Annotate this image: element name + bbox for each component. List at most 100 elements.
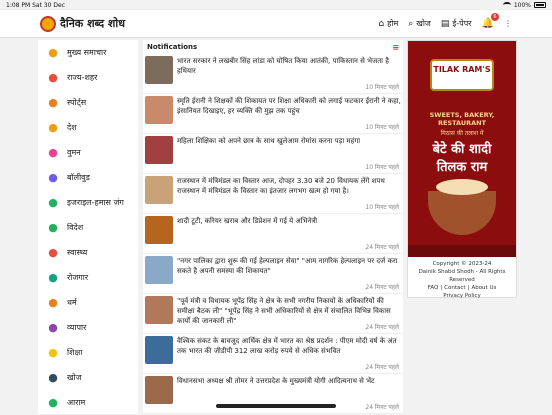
sidebar-item[interactable]: ● वुमन [38,140,138,165]
notification-item[interactable]: विधानसभा अध्यक्ष श्री तोमर ने उत्तरप्रदे… [143,374,403,414]
sidebar-item[interactable]: ● बॉलीवुड [38,165,138,190]
health-icon: ● [48,246,58,259]
news-thumbnail [145,376,173,404]
about-link[interactable]: About Us [471,284,496,292]
sidebar-item-label: विदेश [67,223,84,232]
rights-text: Dainik Shabd Shodh - All Rights Reserved [418,269,506,283]
building-icon: ● [48,121,58,134]
sidebar-item[interactable]: ● इजराइल-हमास जंग [38,190,138,215]
notification-item[interactable]: "पूर्व मंत्री व विधायक भूपेंद्र सिंह ने … [143,294,403,334]
nav-epaper[interactable]: ▤ ई-पेपर [441,18,472,29]
sidebar-item[interactable]: ● स्पोर्ट्स [38,90,138,115]
job-icon: ● [48,271,58,284]
ad-footer-strip [408,245,516,257]
sidebar-item[interactable]: ● धर्म [38,290,138,315]
more-vertical-icon: ⋮ [504,19,512,28]
sidebar-item[interactable]: ● व्यापार [38,315,138,340]
search-icon: ⌕ [408,18,414,29]
site-footer: Copyright © 2023-24 Dainik Shabd Shodh -… [408,257,516,300]
faq-link[interactable]: FAQ [428,284,439,292]
news-thumbnail [145,296,173,324]
notification-item[interactable]: राजस्थान में मंत्रिमंडल का विस्तार आज, द… [143,174,403,214]
news-time: 24 मिनट पहले [365,244,399,251]
notifications-title: Notifications [147,43,198,51]
contact-link[interactable]: Contact [444,284,465,292]
sidebar-item-label: स्पोर्ट्स [67,98,87,107]
notifications-list: भारत सरकार ने लखबीर सिंह लांडा को घोषित … [143,54,403,414]
search-icon: ● [48,371,58,384]
flame-icon: ● [48,46,58,59]
news-time: 10 मिनट पहले [365,164,399,171]
brand-logo[interactable] [40,15,56,32]
ad-tagline: SWEETS, BAKERY, RESTAURANT [429,111,495,127]
epaper-icon: ▤ [440,18,450,29]
business-icon: ● [48,321,58,334]
sidebar-item[interactable]: ● स्वास्थ्य [38,240,138,265]
globe-icon: ● [48,221,58,234]
sidebar-item[interactable]: ● शिक्षा [38,340,138,365]
notification-item[interactable]: शादी टूटी, करियर खराब और डिप्रेशन में गई… [143,214,403,254]
sidebar-item[interactable]: ● रोजगार [38,265,138,290]
sidebar-item-label: धर्म [67,298,77,307]
sidebar-item-label: बॉलीवुड [67,173,90,182]
sidebar-item-label: आराम [67,398,86,407]
battery-percent: 100% [513,1,531,9]
heart-icon: ● [48,146,58,159]
sidebar-item[interactable]: ● मुख्य समाचार [38,40,138,65]
news-time: 10 मिनट पहले [365,124,399,131]
status-time: 1:08 PM [6,1,31,9]
notification-badge: 6 [491,13,499,21]
news-thumbnail [145,216,173,244]
ad-line3: तिलक राम [436,160,488,175]
nav-search-label: खोज [416,19,431,28]
sidebar-item-label: इजराइल-हमास जंग [67,198,124,207]
advertisement: TILAK RAM'S SWEETS, BAKERY, RESTAURANT म… [407,40,517,300]
news-headline: शादी टूटी, करियर खराब और डिप्रेशन में गई… [177,217,318,225]
film-icon: ● [48,171,58,184]
notification-item[interactable]: महिला शिक्षिका को अपने छात्र के साथ खुले… [143,134,403,174]
sidebar: ● मुख्य समाचार ● राज्य-शहर ● स्पोर्ट्स ● देश ● वु… [38,40,138,414]
nav-epaper-label: ई-पेपर [452,19,472,28]
sidebar-item-label: मुख्य समाचार [67,48,107,57]
home-indicator[interactable] [216,404,336,408]
news-time: 10 मिनट पहले [365,84,399,91]
notifications-panel: Notifications ≡ भारत सरकार ने लखबीर सिंह… [143,40,403,414]
sidebar-item[interactable]: ● आराम [38,390,138,415]
location-icon: ● [48,71,58,84]
notification-item[interactable]: वैश्विक संकट के बावजूद आर्थिक क्षेत्र मे… [143,334,403,374]
sidebar-item-label: शिक्षा [67,348,83,357]
nav-home[interactable]: ⌂ होम [378,18,398,29]
sidebar-item[interactable]: ● राज्य-शहर [38,65,138,90]
notification-item[interactable]: "नगर पालिका द्वारा शुरू की गई हेल्पलाइन … [143,254,403,294]
nav-search[interactable]: ⌕ खोज [408,18,431,29]
sidebar-item-label: राज्य-शहर [67,73,98,82]
religion-icon: ● [48,296,58,309]
status-date: Sat 30 Dec [32,1,66,9]
filter-icon[interactable]: ≡ [392,43,399,52]
notification-item[interactable]: स्मृति ईरानी ने शिक्षकों की शिकायत पर शि… [143,94,403,134]
privacy-link[interactable]: Privacy Policy [408,292,516,300]
sidebar-item-label: रोजगार [67,273,89,282]
news-time: 24 मिनट पहले [365,364,399,371]
wifi-icon [502,2,511,8]
war-icon: ● [48,196,58,209]
sweets-bowl-icon [428,179,496,235]
notifications-header: Notifications ≡ [143,40,403,54]
more-menu-button[interactable]: ⋮ [504,19,512,28]
ad-banner[interactable]: TILAK RAM'S SWEETS, BAKERY, RESTAURANT म… [408,41,516,257]
sidebar-item[interactable]: ● देश [38,115,138,140]
news-time: 24 मिनट पहले [365,404,399,411]
brand-title[interactable]: दैनिक शब्द शोध [60,16,125,31]
ad-line1: मिठास की तलाश में [440,130,484,137]
news-time: 24 मिनट पहले [365,284,399,291]
sidebar-item-label: स्वास्थ्य [67,248,88,257]
news-headline: महिला शिक्षिका को अपने छात्र के साथ खुले… [177,137,361,145]
notification-button[interactable]: 🔔 6 [482,13,499,29]
sidebar-item[interactable]: ● विदेश [38,215,138,240]
news-time: 24 मिनट पहले [365,324,399,331]
sidebar-item[interactable]: ● खोज [38,365,138,390]
news-thumbnail [145,96,173,124]
news-time: 10 मिनट पहले [365,204,399,211]
notification-item[interactable]: भारत सरकार ने लखबीर सिंह लांडा को घोषित … [143,54,403,94]
rest-icon: ● [48,396,58,409]
